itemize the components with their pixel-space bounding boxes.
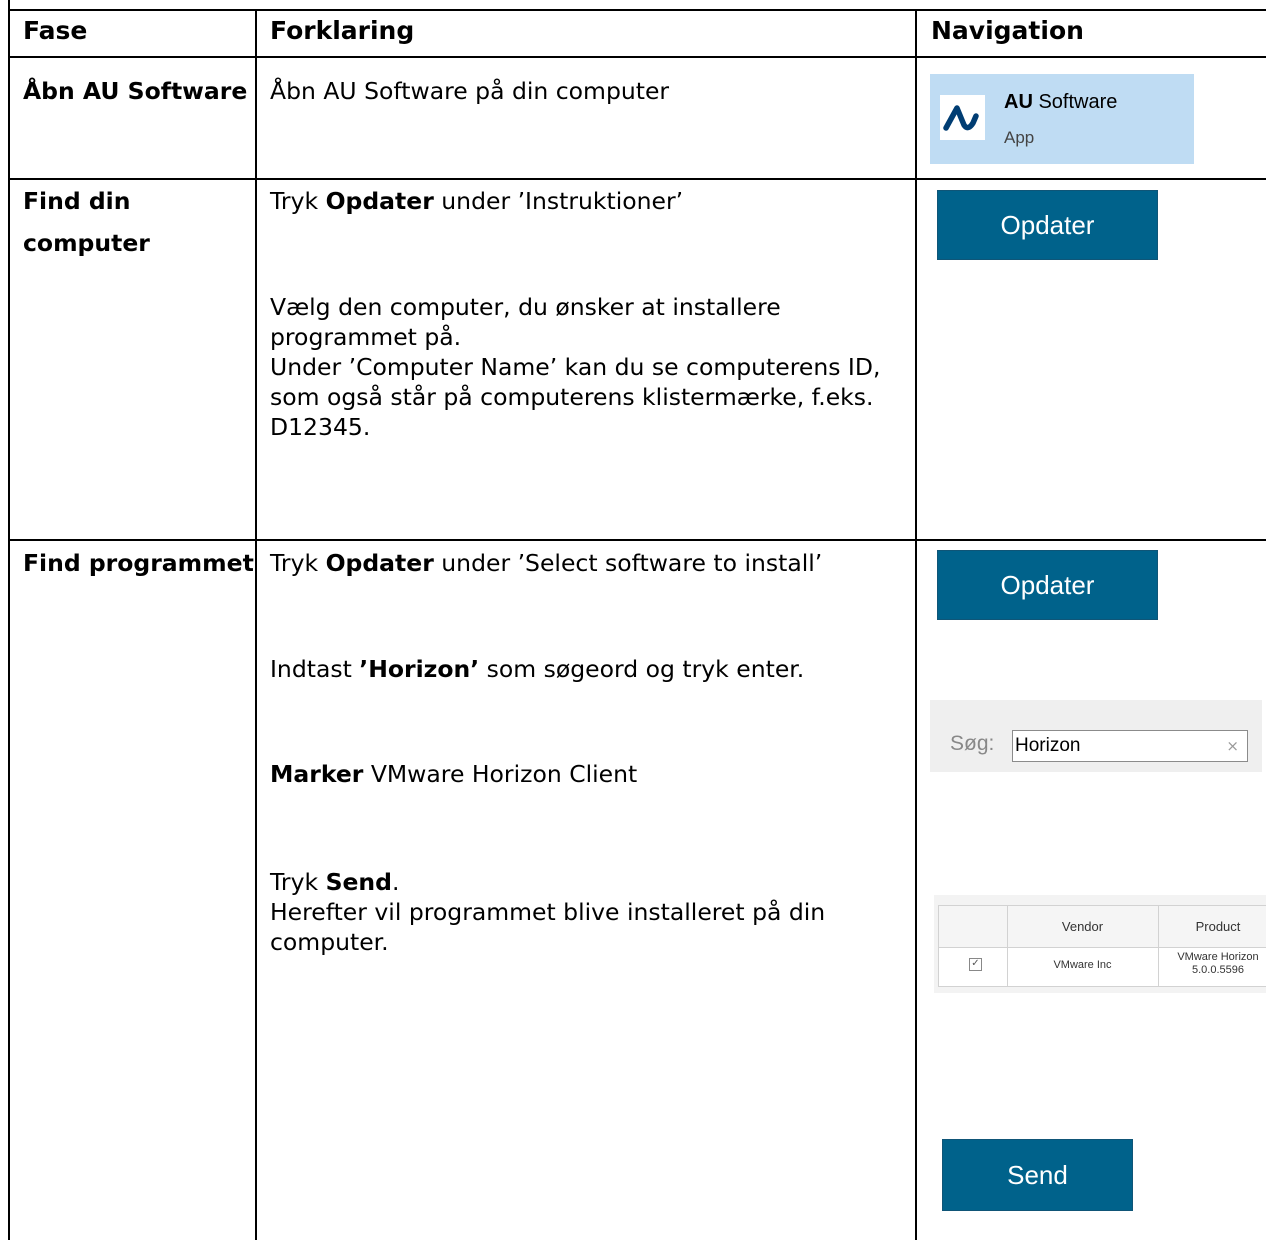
table-divider-2: [915, 10, 917, 1240]
row-divider-2: [8, 539, 1266, 541]
search-label: Søg:: [950, 732, 995, 755]
table-top-border: [8, 9, 1266, 11]
au-software-app-name: AU Software: [1004, 91, 1118, 113]
step-choose-computer: Vælg den computer, du ønsker at installe…: [270, 293, 881, 441]
cell-vendor: VMware Inc: [1053, 959, 1112, 971]
phase-open-au-software: Åbn AU Software: [23, 77, 248, 105]
update-button[interactable]: Opdater: [937, 190, 1158, 260]
send-button[interactable]: Send: [942, 1139, 1133, 1211]
header-phase: Fase: [23, 16, 88, 45]
update-button-software[interactable]: Opdater: [937, 550, 1158, 620]
row-divider-1: [8, 178, 1266, 180]
header-navigation: Navigation: [931, 16, 1084, 45]
row-checkbox[interactable]: ✓: [969, 958, 982, 971]
au-software-app-tile[interactable]: AU Software App: [930, 74, 1194, 164]
header-divider: [8, 56, 1266, 58]
clear-search-icon[interactable]: ×: [1226, 737, 1239, 755]
step-enter-search-term: Indtast ’Horizon’ som søgeord og tryk en…: [270, 655, 805, 683]
search-box[interactable]: ×: [1012, 730, 1248, 762]
phase-find-computer-line2: computer: [23, 229, 150, 257]
step-press-update-instructions: Tryk Opdater under ’Instruktioner’: [270, 187, 684, 215]
search-bar: Søg: ×: [930, 700, 1262, 772]
au-logo-icon: [940, 95, 985, 140]
table-divider-1: [255, 10, 257, 1240]
phase-find-program: Find programmet: [23, 549, 254, 577]
step-mark-vmware: Marker VMware Horizon Client: [270, 760, 638, 788]
cell-product: VMware Horizon 5.0.0.5596: [1177, 951, 1259, 976]
column-product: Product: [1195, 919, 1241, 934]
table-border-left: [8, 0, 10, 1240]
header-explanation: Forklaring: [270, 16, 415, 45]
instruction-table: Fase Forklaring Navigation Åbn AU Softwa…: [0, 0, 1266, 1240]
phase-find-computer-line1: Find din: [23, 187, 131, 215]
step-press-send: Tryk Send. Herefter vil programmet blive…: [270, 868, 826, 956]
software-selection-table: Vendor Product ✓ VMware Inc VMware Horiz…: [934, 895, 1266, 993]
column-vendor: Vendor: [1061, 919, 1104, 934]
au-software-app-subtitle: App: [1004, 128, 1035, 147]
search-input[interactable]: [1015, 733, 1215, 759]
step-press-update-select-software: Tryk Opdater under ’Select software to i…: [270, 549, 823, 577]
explanation-open-au-software: Åbn AU Software på din computer: [270, 77, 670, 105]
